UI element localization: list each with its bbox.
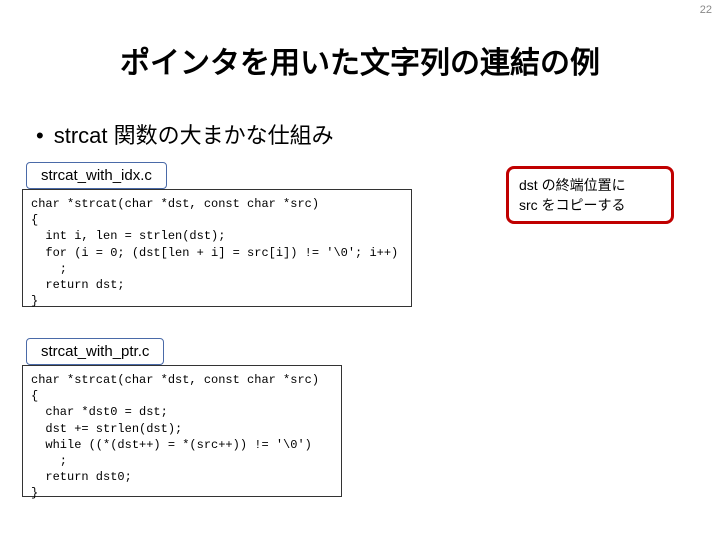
filename-tab-idx: strcat_with_idx.c bbox=[26, 162, 167, 189]
callout-line1: dst の終端位置に bbox=[519, 177, 626, 193]
callout-box: dst の終端位置に src をコピーする bbox=[506, 166, 674, 224]
callout-line2: src をコピーする bbox=[519, 197, 626, 213]
code-box-ptr: char *strcat(char *dst, const char *src)… bbox=[22, 365, 342, 497]
filename-tab-ptr: strcat_with_ptr.c bbox=[26, 338, 164, 365]
page-title: ポインタを用いた文字列の連結の例 bbox=[0, 38, 720, 82]
page-number: 22 bbox=[700, 4, 712, 16]
code-box-idx: char *strcat(char *dst, const char *src)… bbox=[22, 189, 412, 307]
bullet-item: strcat 関数の大まかな仕組み bbox=[36, 118, 334, 150]
